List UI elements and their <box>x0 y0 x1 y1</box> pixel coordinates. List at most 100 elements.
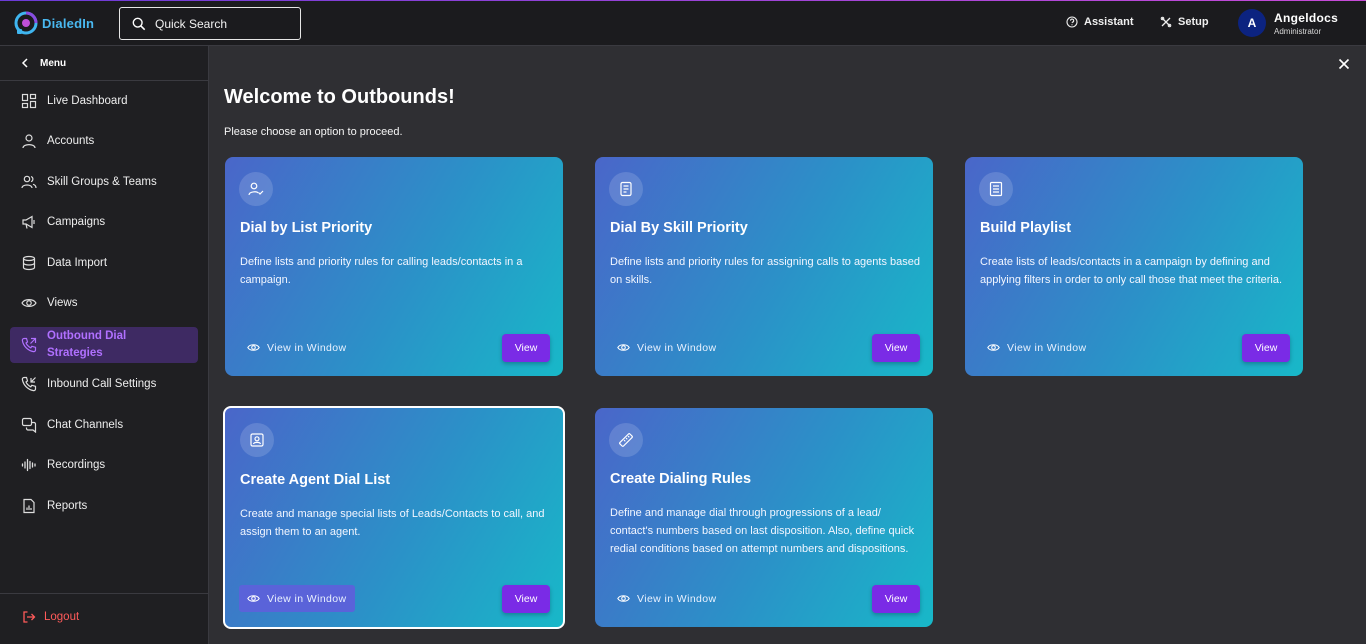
menu-back-button[interactable]: Menu <box>0 46 208 81</box>
close-icon[interactable] <box>1337 57 1351 71</box>
quick-search-input[interactable]: Quick Search <box>119 7 301 40</box>
card-description: Create lists of leads/contacts in a camp… <box>980 256 1283 286</box>
view-in-window-label: View in Window <box>1007 341 1087 354</box>
chevron-left-icon <box>21 58 28 68</box>
sidebar-item-label: Inbound Call Settings <box>47 378 157 390</box>
assistant-label: Assistant <box>1084 16 1134 28</box>
user-profile[interactable]: A Angeldocs Administrator <box>1238 9 1338 37</box>
sidebar-item-label: Outbound Dial Strategies <box>47 330 127 359</box>
user-role: Administrator <box>1274 26 1322 36</box>
logout-label: Logout <box>44 611 80 623</box>
view-button[interactable]: View <box>872 334 920 362</box>
eye-icon <box>617 344 630 351</box>
view-in-window-label: View in Window <box>267 341 347 354</box>
search-placeholder: Quick Search <box>155 16 228 31</box>
card-icon-wrap <box>240 423 274 457</box>
card-description: Define lists and priority rules for call… <box>240 256 523 286</box>
waveform-icon <box>21 458 36 472</box>
setup-button[interactable]: Setup <box>1160 16 1209 28</box>
sidebar-item-label: Data Import <box>47 257 108 269</box>
search-icon <box>132 17 146 30</box>
view-in-window-label: View in Window <box>637 592 717 605</box>
ruler-icon <box>619 433 633 447</box>
sidebar-item-label: Skill Groups & Teams <box>47 176 157 188</box>
sidebar-item-label: Accounts <box>47 135 95 147</box>
sidebar-item-label: Chat Channels <box>47 419 124 431</box>
card-icon-wrap <box>609 423 643 457</box>
card-description: Create and manage special lists of Leads… <box>240 508 545 538</box>
card-create-dialing-rules[interactable]: Create Dialing Rules Define and manage d… <box>595 408 933 627</box>
card-icon-wrap <box>979 172 1013 206</box>
tools-icon <box>1160 16 1172 28</box>
card-title: Build Playlist <box>980 220 1072 236</box>
view-button[interactable]: View <box>1242 334 1290 362</box>
card-icon-wrap <box>239 172 273 206</box>
view-in-window-label: View in Window <box>637 341 717 354</box>
logo-text: DialedIn <box>42 15 95 31</box>
card-description: Define and manage dial through progressi… <box>610 507 915 555</box>
logo-icon <box>14 11 38 35</box>
page-title: Welcome to Outbounds! <box>224 86 455 108</box>
sidebar-item-label: Views <box>47 297 78 309</box>
sidebar-item-label: Live Dashboard <box>47 95 128 107</box>
sidebar: Menu Live Dashboard Accounts Skill Group… <box>0 46 209 644</box>
card-dial-by-skill-priority[interactable]: Dial By Skill Priority Define lists and … <box>595 157 933 376</box>
view-in-window-button[interactable]: View in Window <box>609 334 725 361</box>
sidebar-item-views[interactable]: Views <box>10 285 198 321</box>
sidebar-item-label: Recordings <box>47 459 106 471</box>
card-title: Dial By Skill Priority <box>610 220 748 236</box>
megaphone-icon <box>22 215 35 229</box>
card-dial-by-list-priority[interactable]: Dial by List Priority Define lists and p… <box>225 157 563 376</box>
phone-outgoing-icon <box>21 337 37 353</box>
user-check-icon <box>248 182 264 196</box>
avatar: A <box>1238 9 1266 37</box>
sidebar-item-live-dashboard[interactable]: Live Dashboard <box>10 83 198 119</box>
view-in-window-button[interactable]: View in Window <box>979 334 1095 361</box>
view-in-window-button[interactable]: View in Window <box>239 585 355 612</box>
card-description: Define lists and priority rules for assi… <box>610 256 920 286</box>
phone-incoming-icon <box>21 376 37 392</box>
sidebar-item-reports[interactable]: Reports <box>10 488 198 524</box>
sidebar-item-recordings[interactable]: Recordings <box>10 447 198 483</box>
sidebar-item-data-import[interactable]: Data Import <box>10 245 198 281</box>
users-icon <box>21 175 37 189</box>
view-button[interactable]: View <box>872 585 920 613</box>
contact-card-icon <box>250 433 264 447</box>
sidebar-item-accounts[interactable]: Accounts <box>10 123 198 159</box>
sidebar-item-campaigns[interactable]: Campaigns <box>10 204 198 240</box>
list-icon <box>989 181 1003 197</box>
view-in-window-button[interactable]: View in Window <box>609 585 725 612</box>
logout-button[interactable]: Logout <box>22 610 79 624</box>
page-subtitle: Please choose an option to proceed. <box>224 126 403 138</box>
app-logo[interactable]: DialedIn <box>14 11 94 35</box>
user-name: Angeldocs <box>1274 10 1339 25</box>
dashboard-icon <box>21 93 37 109</box>
eye-icon <box>247 344 260 351</box>
card-title: Create Agent Dial List <box>240 472 391 488</box>
view-in-window-label: View in Window <box>267 592 347 605</box>
card-icon-wrap <box>609 172 643 206</box>
database-icon <box>22 255 36 271</box>
sidebar-item-chat-channels[interactable]: Chat Channels <box>10 407 198 443</box>
setup-label: Setup <box>1178 16 1209 28</box>
sidebar-item-outbound-dial-strategies[interactable]: Outbound Dial Strategies <box>10 327 198 363</box>
top-bar: DialedIn Quick Search Assistant Setup A … <box>0 0 1366 46</box>
report-icon <box>23 498 35 514</box>
card-create-agent-dial-list[interactable]: Create Agent Dial List Create and manage… <box>223 406 565 629</box>
view-button[interactable]: View <box>502 585 550 613</box>
main-content: Welcome to Outbounds! Please choose an o… <box>209 46 1366 644</box>
assistant-button[interactable]: Assistant <box>1066 16 1134 28</box>
sidebar-item-label: Campaigns <box>47 216 106 228</box>
sidebar-item-skill-groups[interactable]: Skill Groups & Teams <box>10 164 198 200</box>
eye-icon <box>21 299 37 307</box>
logout-icon <box>23 611 36 623</box>
card-build-playlist[interactable]: Build Playlist Create lists of leads/con… <box>965 157 1303 376</box>
help-circle-icon <box>1066 16 1078 28</box>
eye-icon <box>617 595 630 602</box>
view-button[interactable]: View <box>502 334 550 362</box>
sidebar-divider <box>0 593 208 594</box>
sidebar-item-inbound-call-settings[interactable]: Inbound Call Settings <box>10 366 198 402</box>
card-title: Dial by List Priority <box>240 220 373 236</box>
view-in-window-button[interactable]: View in Window <box>239 334 355 361</box>
user-icon <box>22 134 36 149</box>
